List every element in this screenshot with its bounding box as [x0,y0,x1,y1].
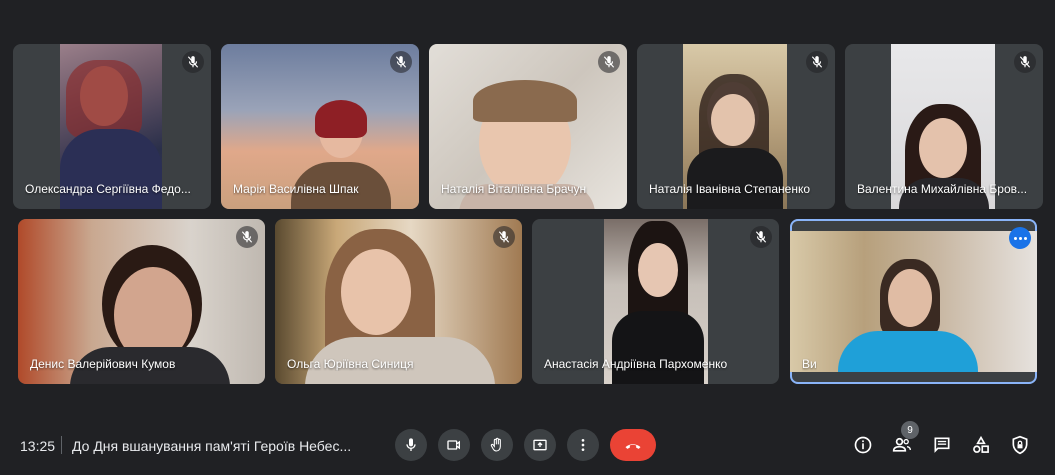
host-controls-button[interactable] [1008,433,1032,457]
participant-tile[interactable]: Наталія Іванівна Степаненко [637,44,835,209]
info-button[interactable] [851,433,875,457]
mic-off-icon [390,51,412,73]
mic-off-icon [493,226,515,248]
participant-name: Наталія Іванівна Степаненко [649,182,811,196]
end-call-button[interactable] [610,429,656,461]
mic-off-icon [750,226,772,248]
host-controls-icon [1012,435,1028,455]
end-call-icon [625,444,641,449]
raise-hand-icon [490,437,501,452]
camera-icon [447,440,460,450]
meeting-title: До Дня вшанування пам'яті Героїв Небес..… [72,438,352,454]
mic-button[interactable] [395,429,427,461]
participant-name: Марія Василівна Шпак [233,182,359,196]
participant-tile[interactable]: Ольга Юріївна Синиця [275,219,522,384]
more-options-icon [581,439,585,451]
info-icon [854,436,872,454]
camera-button[interactable] [438,429,470,461]
chat-icon [934,437,950,453]
mic-icon [406,438,416,451]
mic-off-icon [1014,51,1036,73]
participant-name: Анастасія Андріївна Пархоменко [544,357,728,371]
present-screen-icon [533,439,547,451]
mic-off-icon [598,51,620,73]
participant-tile[interactable]: Марія Василівна Шпак [221,44,419,209]
raise-hand-button[interactable] [481,429,513,461]
participant-name: Олександра Сергіївна Федо... [25,182,191,196]
activities-icon [973,435,989,453]
participant-name: Наталія Віталіївна Брачун [441,182,587,196]
more-options-button[interactable] [567,429,599,461]
present-button[interactable] [524,429,556,461]
mic-off-icon [182,51,204,73]
chat-button[interactable] [930,433,954,457]
mic-off-icon [236,226,258,248]
participant-name: Валентина Михайлівна Бров... [857,182,1028,196]
participant-name: Ольга Юріївна Синиця [287,357,414,371]
participant-name: Ви [802,357,817,371]
mic-off-icon [806,51,828,73]
activities-button[interactable] [969,433,993,457]
participant-tile[interactable]: Валентина Михайлівна Бров... [845,44,1043,209]
people-count-badge: 9 [901,421,919,439]
participant-tile[interactable]: Анастасія Андріївна Пархоменко [532,219,779,384]
participant-tile[interactable]: Олександра Сергіївна Федо... [13,44,211,209]
participant-tile[interactable]: Наталія Віталіївна Брачун [429,44,627,209]
meeting-time: 13:25 [20,438,56,454]
divider [61,436,62,454]
more-options-icon[interactable] [1009,227,1031,249]
participant-tile[interactable]: Денис Валерійович Кумов [18,219,265,384]
self-tile[interactable]: Ви [790,219,1037,384]
participant-name: Денис Валерійович Кумов [30,357,176,371]
